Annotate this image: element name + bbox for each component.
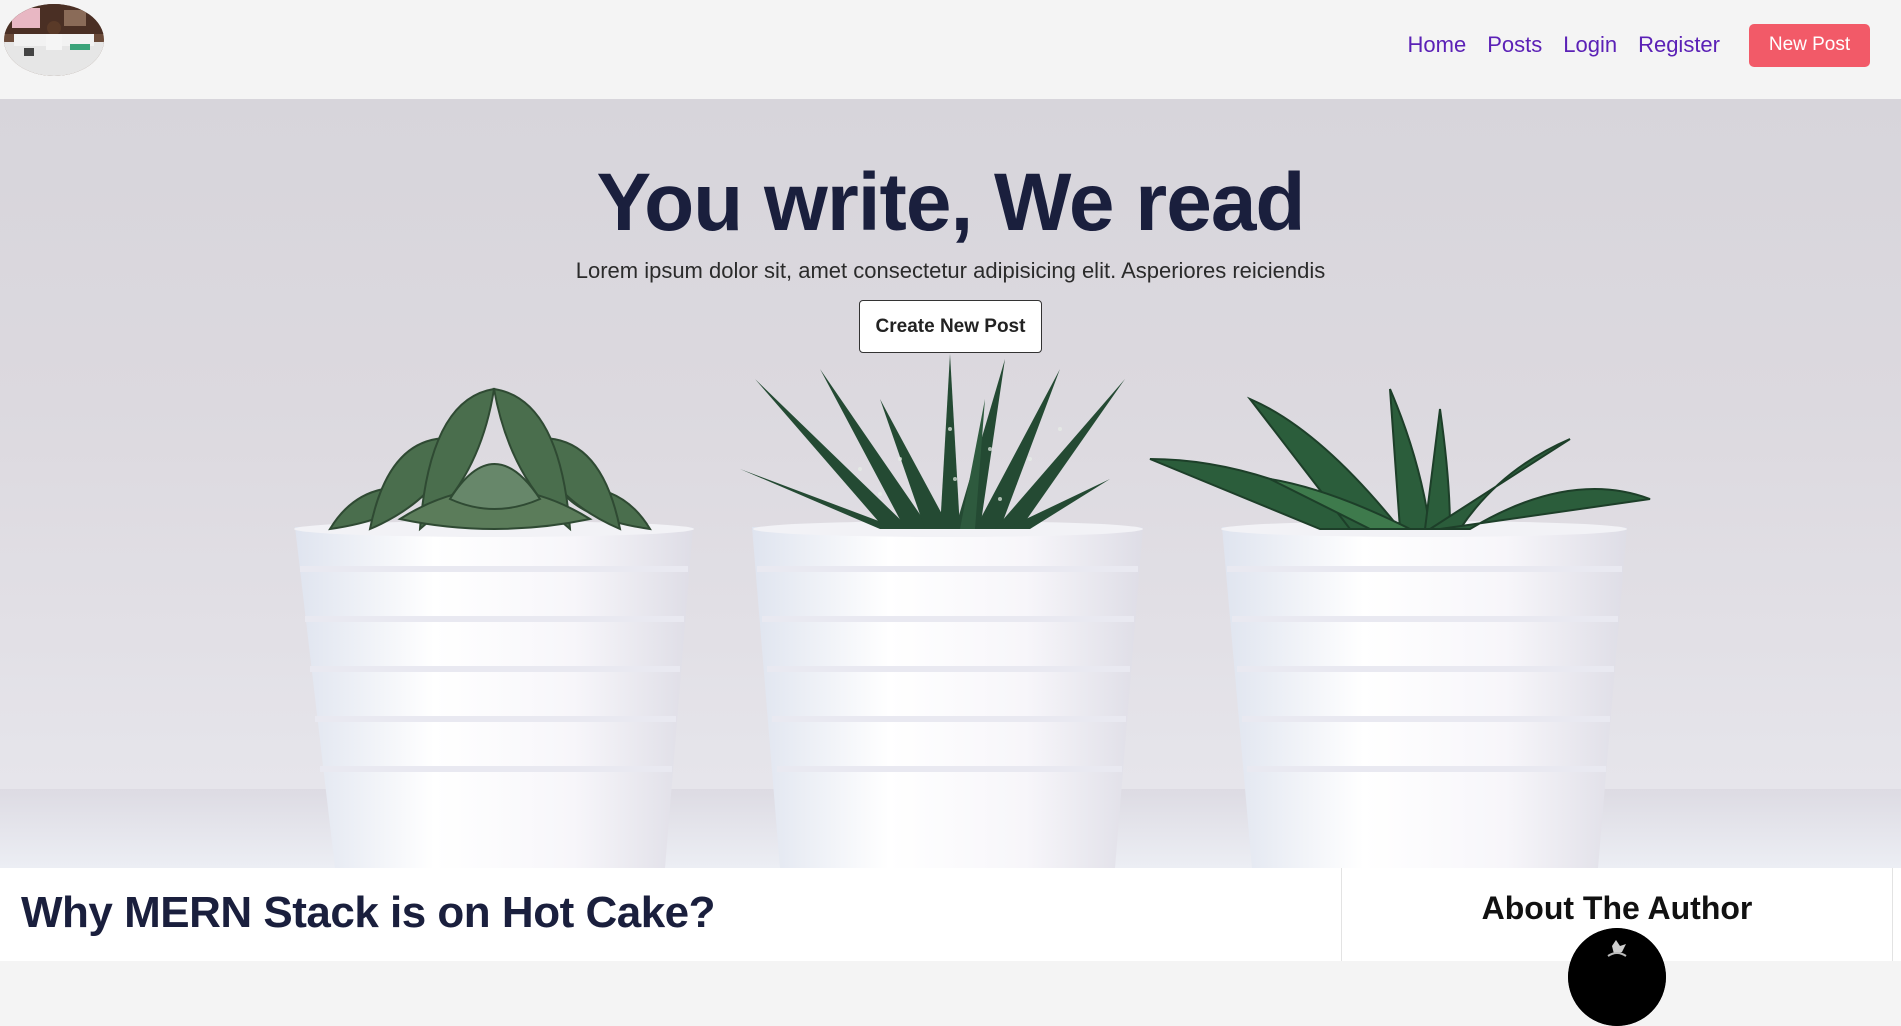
hero-title: You write, We read [596, 157, 1305, 248]
sidebar-title: About The Author [1481, 890, 1753, 926]
nav-link-login[interactable]: Login [1563, 32, 1617, 58]
content-area: Why MERN Stack is on Hot Cake? About The… [0, 868, 1901, 1026]
nav-link-posts[interactable]: Posts [1487, 32, 1542, 58]
nav-links: Home Posts Login Register New Post [1387, 22, 1870, 68]
author-avatar-icon [1568, 928, 1666, 1026]
logo-profile-photo-icon[interactable] [4, 4, 104, 76]
nav-link-register[interactable]: Register [1638, 32, 1720, 58]
create-new-post-button[interactable]: Create New Post [859, 300, 1042, 353]
navbar: Home Posts Login Register New Post [0, 0, 1901, 99]
new-post-button[interactable]: New Post [1749, 23, 1870, 67]
post-title[interactable]: Why MERN Stack is on Hot Cake? [21, 888, 716, 938]
hero-subtitle: Lorem ipsum dolor sit, amet consectetur … [575, 258, 1326, 283]
sidebar-about-author: About The Author [1341, 868, 1893, 1026]
nav-link-home[interactable]: Home [1408, 32, 1467, 58]
hero-section: You write, We read Lorem ipsum dolor sit… [0, 99, 1901, 868]
